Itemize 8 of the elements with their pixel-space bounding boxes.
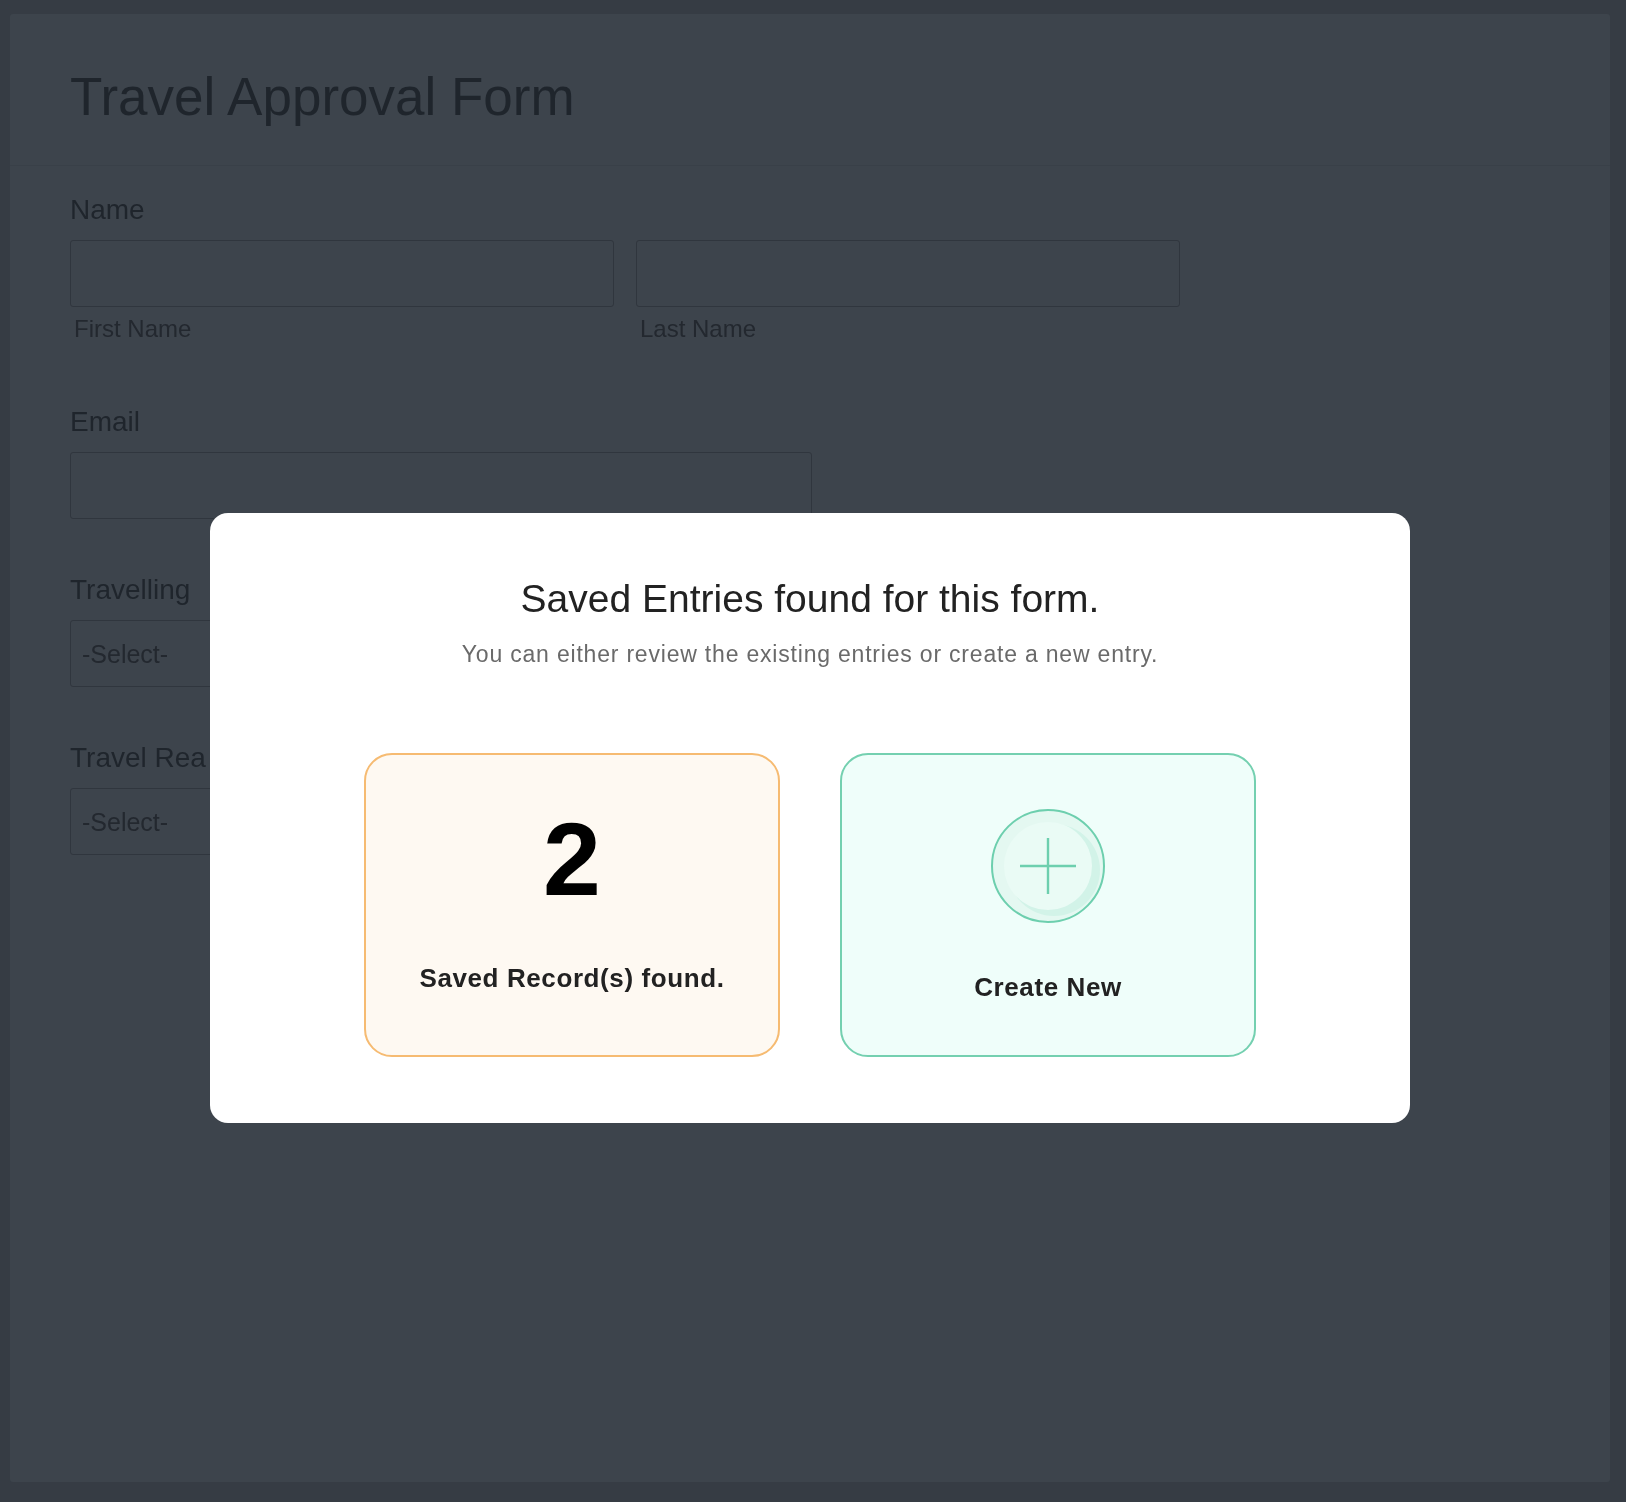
plus-icon: [990, 808, 1106, 924]
dialog-title: Saved Entries found for this form.: [519, 577, 1101, 621]
create-new-card[interactable]: Create New: [840, 753, 1256, 1057]
dialog-subtitle: You can either review the existing entries or create a new entry.: [460, 641, 1160, 668]
card-label: Create New: [974, 972, 1122, 1003]
card-label: Saved Record(s) found.: [419, 963, 725, 994]
record-count: 2: [543, 807, 601, 911]
saved-records-card[interactable]: 2 Saved Record(s) found.: [364, 753, 780, 1057]
